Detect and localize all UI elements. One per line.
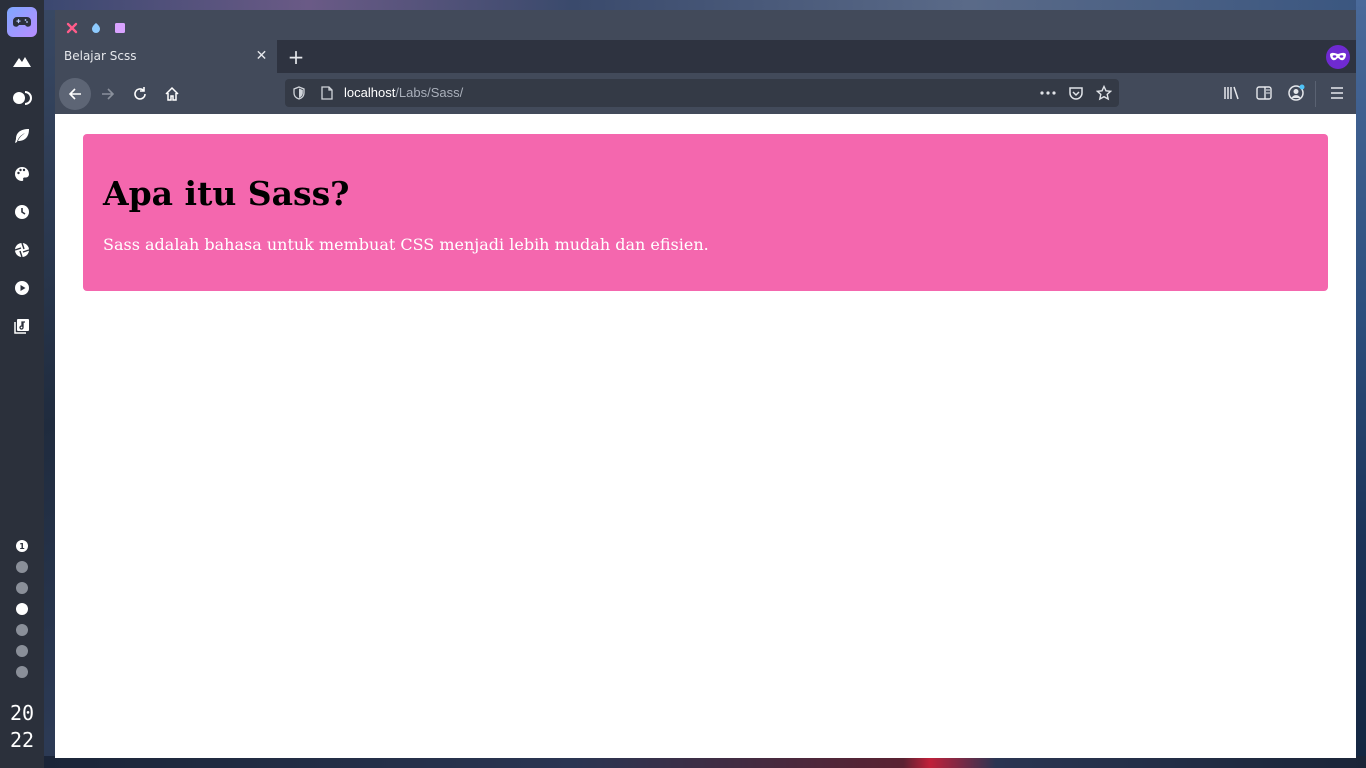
clock-hours: 20 [9,701,35,725]
reload-button[interactable] [124,78,156,110]
music-icon[interactable] [12,316,32,336]
page-heading: Apa itu Sass? [103,174,350,213]
library-icon[interactable] [1222,83,1242,103]
sidebar-icon[interactable] [1254,83,1274,103]
jumbotron: Apa itu Sass? Sass adalah bahasa untuk m… [83,134,1328,291]
wallpaper-right [1356,0,1366,768]
url-path: /Labs/Sass/ [395,85,464,100]
gamepad-icon[interactable] [7,7,37,37]
dock: 1 20 22 [0,0,44,768]
workspace-number: 1 [19,541,25,551]
new-tab-button[interactable]: + [285,46,307,68]
workspace-indicator[interactable] [16,624,28,636]
workspace-indicator[interactable] [16,666,28,678]
tab-title: Belajar Scss [64,49,137,63]
leaf-icon[interactable] [12,126,32,146]
maximize-window-icon[interactable] [114,19,126,33]
home-button[interactable] [156,78,188,110]
shield-icon[interactable] [290,84,308,102]
more-actions-icon[interactable] [1039,84,1057,102]
browser-window: Belajar Scss ✕ + localhost/Labs/Sass/ Ap… [55,10,1356,758]
account-icon[interactable] [1286,83,1306,103]
workspace-indicator-1[interactable]: 1 [16,540,28,552]
mountain-icon[interactable] [12,51,32,71]
play-icon[interactable] [12,278,32,298]
aperture-icon[interactable] [12,240,32,260]
page-info-icon[interactable] [318,84,336,102]
private-browsing-icon [1326,45,1350,69]
url-text[interactable]: localhost/Labs/Sass/ [344,79,463,107]
address-bar[interactable]: localhost/Labs/Sass/ [285,79,1119,107]
back-button[interactable] [59,78,91,110]
toggle-icon[interactable] [12,88,32,108]
minimize-window-icon[interactable] [90,19,102,33]
close-tab-icon[interactable]: ✕ [253,48,270,65]
close-window-icon[interactable] [66,19,78,34]
wallpaper-top [44,0,1366,10]
history-icon[interactable] [12,202,32,222]
page-lead-text: Sass adalah bahasa untuk membuat CSS men… [103,235,709,254]
pocket-icon[interactable] [1067,84,1085,102]
clock-minutes: 22 [9,728,35,752]
toolbar-separator [1315,81,1316,107]
page-content: Apa itu Sass? Sass adalah bahasa untuk m… [55,114,1356,758]
menu-hamburger-icon[interactable] [1327,83,1347,103]
bookmark-star-icon[interactable] [1095,84,1113,102]
window-titlebar [55,10,1356,40]
tab-active[interactable]: Belajar Scss ✕ [55,40,277,73]
forward-button[interactable] [92,78,124,110]
tab-bar: Belajar Scss ✕ + [55,40,1356,73]
navigation-toolbar: localhost/Labs/Sass/ [55,73,1356,114]
workspace-indicator[interactable] [16,603,28,615]
workspace-indicator[interactable] [16,561,28,573]
workspace-indicator[interactable] [16,582,28,594]
palette-icon[interactable] [12,164,32,184]
url-host: localhost [344,85,396,100]
workspace-indicator[interactable] [16,645,28,657]
